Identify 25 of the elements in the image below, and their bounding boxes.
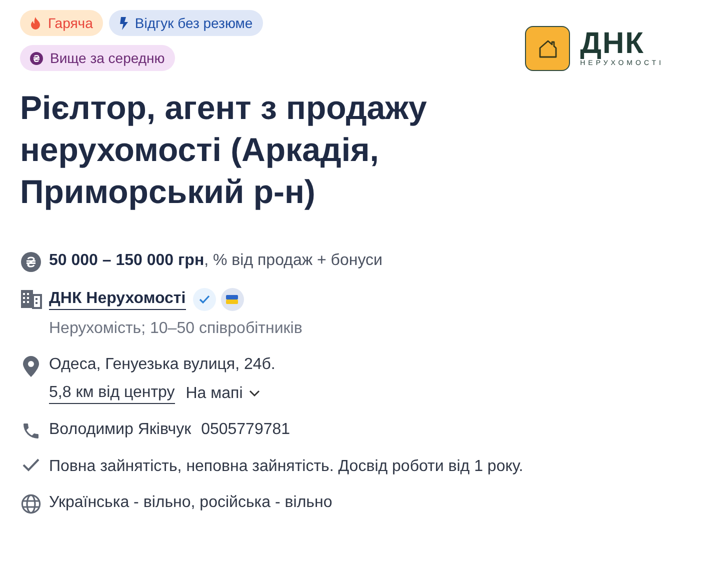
- phone-number: 0505779781: [201, 420, 290, 440]
- location-pin-icon: [20, 355, 42, 377]
- hryvnia-coin-icon: [20, 251, 42, 272]
- chevron-down-icon: [248, 390, 260, 397]
- contact-name: Володимир Яківчук: [49, 420, 192, 440]
- address-text: Одеса, Генуезька вулиця, 24б.: [49, 355, 276, 375]
- distance-link[interactable]: 5,8 км від центру: [49, 383, 175, 404]
- hryvnia-icon: [30, 52, 43, 64]
- map-toggle[interactable]: На мапі: [182, 384, 260, 404]
- house-logo-icon: [525, 26, 570, 71]
- company-link[interactable]: ДНК Нерухомості: [49, 289, 186, 310]
- company-info: Нерухомість; 10–50 співробітників: [49, 319, 302, 339]
- languages-text: Українська - вільно, російська - вільно: [49, 493, 332, 513]
- logo-name: ДНК: [580, 30, 646, 58]
- tag: Гаряча: [20, 10, 103, 36]
- flame-icon: [30, 16, 41, 30]
- tag: Відгук без резюме: [108, 10, 263, 36]
- lightning-icon: [118, 16, 128, 30]
- employment-text: Повна зайнятість, неповна зайнятість. Досвід роботи від 1 року.: [49, 457, 524, 477]
- job-title: Рієлтор, агент з продажу нерухомості (Аркадія, Приморський р-н): [20, 88, 428, 212]
- checkmark-icon: [20, 457, 42, 472]
- globe-icon: [20, 493, 42, 514]
- salary-text: 50 000 – 150 000 грн, % від продаж + бонуси: [49, 251, 382, 271]
- building-icon: [20, 288, 42, 309]
- tag: Вище за середню: [20, 45, 175, 71]
